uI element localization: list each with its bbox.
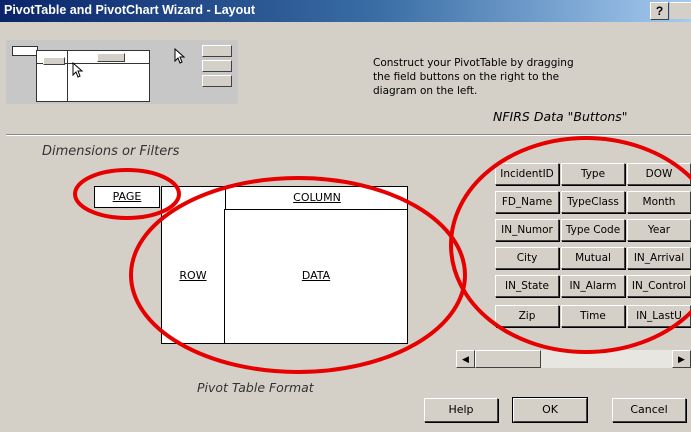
field-button[interactable]: IN_State	[495, 275, 559, 297]
field-button[interactable]: FD_Name	[495, 191, 559, 213]
field-scrollbar[interactable]: ◀ ▶	[456, 350, 691, 368]
illustration-page-box	[12, 46, 38, 56]
field-button[interactable]: IN_Control	[627, 275, 691, 297]
illustration-field-button	[202, 60, 232, 72]
arrow-right-icon[interactable]: ▶	[672, 350, 691, 368]
field-button[interactable]: IncidentID	[495, 163, 559, 185]
cursor-arrow-icon	[174, 48, 186, 64]
page-area[interactable]: PAGE	[94, 186, 160, 208]
instruction-text: Construct your PivotTable by dragging th…	[373, 56, 613, 98]
field-button[interactable]: Time	[561, 305, 625, 327]
field-button[interactable]: Year	[627, 219, 691, 241]
row-area[interactable]: ROW	[162, 209, 225, 343]
field-button[interactable]: Type	[561, 163, 625, 185]
field-button[interactable]: IN_Numor	[495, 219, 559, 241]
arrow-left-icon[interactable]: ◀	[456, 350, 475, 368]
field-button[interactable]: IN_Alarm	[561, 275, 625, 297]
instruction-line: Construct your PivotTable by dragging	[373, 57, 574, 69]
window-title: PivotTable and PivotChart Wizard - Layou…	[4, 3, 256, 17]
instruction-line: the field buttons on the right to the	[373, 71, 560, 83]
data-area[interactable]: DATA	[225, 209, 407, 343]
cursor-arrow-icon	[72, 62, 84, 78]
illustration-column-field	[97, 53, 125, 62]
illustration-field-button	[202, 75, 232, 87]
pivot-format-caption: Pivot Table Format	[197, 380, 314, 395]
cancel-button[interactable]: Cancel	[612, 398, 686, 422]
field-button[interactable]: IN_Arrival	[627, 247, 691, 269]
illustration-table-box	[36, 50, 150, 102]
data-buttons-caption: NFIRS Data "Buttons"	[493, 109, 628, 124]
field-button[interactable]: Month	[627, 191, 691, 213]
ok-button[interactable]: OK	[512, 397, 588, 423]
help-button[interactable]: Help	[424, 398, 498, 422]
field-button[interactable]: Type Code	[561, 219, 625, 241]
column-area[interactable]: COLUMN	[225, 187, 408, 210]
field-button[interactable]: TypeClass	[561, 191, 625, 213]
help-question-button[interactable]: ?	[650, 2, 669, 20]
pivot-layout-diagram: COLUMN ROW DATA	[161, 186, 408, 344]
field-button[interactable]: City	[495, 247, 559, 269]
illustration-field-button	[202, 45, 232, 57]
instruction-line: diagram on the left.	[373, 85, 478, 97]
field-button[interactable]: IN_LastU	[627, 305, 691, 327]
scrollbar-thumb[interactable]	[475, 350, 541, 368]
close-button[interactable]	[670, 2, 691, 19]
field-button[interactable]: Zip	[495, 305, 559, 327]
wizard-illustration	[6, 40, 238, 104]
field-button[interactable]: DOW	[627, 163, 691, 185]
wizard-window: PivotTable and PivotChart Wizard - Layou…	[0, 0, 691, 432]
title-bar: PivotTable and PivotChart Wizard - Layou…	[0, 0, 691, 22]
field-button-panel: IncidentID FD_Name IN_Numor City IN_Stat…	[492, 162, 691, 338]
dimensions-caption: Dimensions or Filters	[42, 144, 180, 159]
illustration-dragged-field	[43, 57, 65, 65]
divider	[6, 134, 691, 136]
field-button[interactable]: Mutual	[561, 247, 625, 269]
